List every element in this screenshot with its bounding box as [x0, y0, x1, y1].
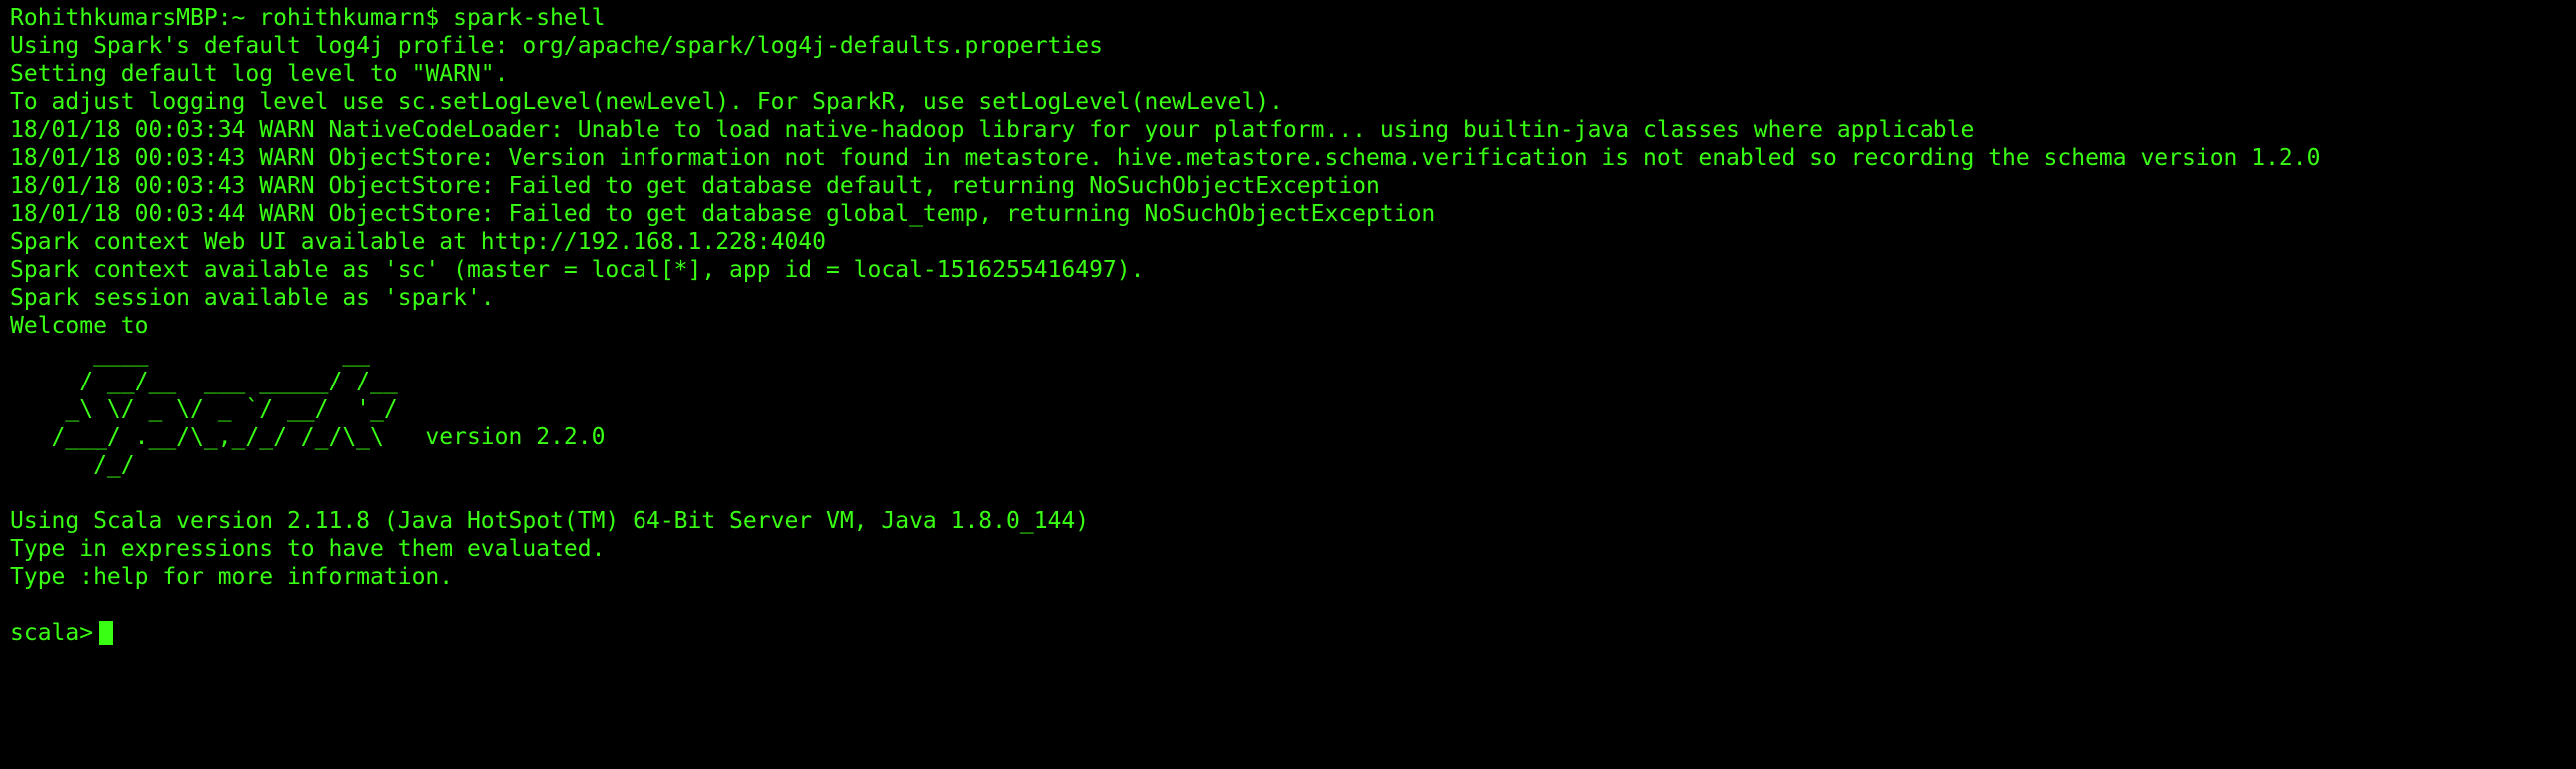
output-line: Type :help for more information.	[10, 564, 454, 590]
spark-logo-line: _\ \/ _ \/ _ `/ __/ '_/	[10, 396, 398, 422]
output-line: Spark context available as 'sc' (master …	[10, 257, 1145, 283]
text-cursor	[99, 621, 114, 645]
output-line: Using Spark's default log4j profile: org…	[10, 33, 1103, 59]
output-line: To adjust logging level use sc.setLogLev…	[10, 89, 1283, 115]
spark-logo-line: / __/__ ___ _____/ /__	[10, 369, 398, 394]
terminal-window[interactable]: RohithkumarsMBP:~ rohithkumarn$ spark-sh…	[0, 0, 2576, 769]
spark-logo-version-line: /___/ .__/\_,_/_/ /_/\_\ version 2.2.0	[10, 424, 606, 450]
output-line: Using Scala version 2.11.8 (Java HotSpot…	[10, 508, 1090, 534]
warn-line: 18/01/18 00:03:34 WARN NativeCodeLoader:…	[10, 117, 1975, 143]
output-line: Setting default log level to "WARN".	[10, 61, 509, 87]
scala-prompt: scala>	[10, 620, 94, 646]
spark-logo-line: ____ __	[10, 341, 371, 367]
warn-line: 18/01/18 00:03:43 WARN ObjectStore: Vers…	[10, 145, 2321, 171]
output-line: Spark session available as 'spark'.	[10, 285, 495, 311]
output-line: Type in expressions to have them evaluat…	[10, 536, 606, 562]
warn-line: 18/01/18 00:03:43 WARN ObjectStore: Fail…	[10, 173, 1380, 199]
welcome-line: Welcome to	[10, 313, 149, 339]
spark-logo-line: /_/	[10, 452, 135, 478]
output-line: Spark context Web UI available at http:/…	[10, 229, 826, 255]
warn-line: 18/01/18 00:03:44 WARN ObjectStore: Fail…	[10, 201, 1436, 227]
command-line: RohithkumarsMBP:~ rohithkumarn$ spark-sh…	[10, 5, 606, 31]
scala-prompt-line[interactable]: scala>	[10, 619, 2576, 647]
